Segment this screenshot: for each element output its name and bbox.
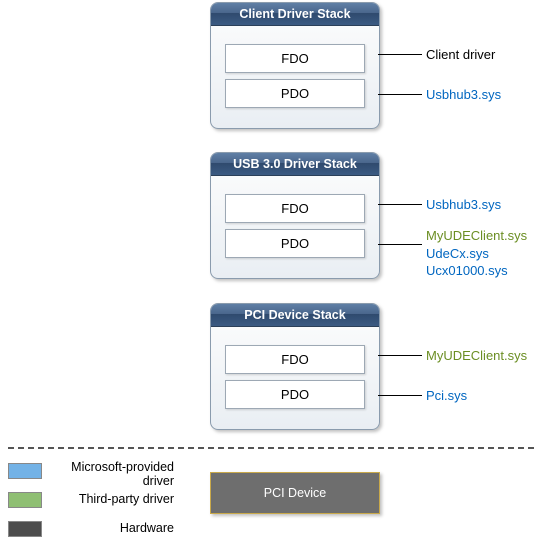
pdo-box: PDO <box>225 79 365 108</box>
stack-body: FDO PDO <box>211 327 379 429</box>
legend-swatch-hw <box>8 521 42 537</box>
legend-text-hw: Hardware <box>44 521 174 535</box>
connector <box>378 355 422 356</box>
pci-device-stack: PCI Device Stack FDO PDO <box>210 303 380 430</box>
connector <box>378 54 422 55</box>
stack-title: PCI Device Stack <box>211 304 379 327</box>
stack-body: FDO PDO <box>211 26 379 128</box>
link-pci-sys[interactable]: Pci.sys <box>426 387 467 405</box>
divider <box>8 447 534 449</box>
connector <box>378 204 422 205</box>
connector <box>378 395 422 396</box>
fdo-box: FDO <box>225 194 365 223</box>
fdo-box: FDO <box>225 44 365 73</box>
usb3-driver-stack: USB 3.0 Driver Stack FDO PDO <box>210 152 380 279</box>
legend-text-tp: Third-party driver <box>44 492 174 506</box>
link-usbhub3[interactable]: Usbhub3.sys <box>426 86 501 104</box>
stack-body: FDO PDO <box>211 176 379 278</box>
pci-device-label: PCI Device <box>264 486 327 500</box>
label-myudeclient: MyUDEClient.sys <box>426 347 527 365</box>
label-myudeclient: MyUDEClient.sys <box>426 228 527 243</box>
pdo-box: PDO <box>225 229 365 258</box>
pci-device-box: PCI Device <box>210 472 380 514</box>
link-ucx01000[interactable]: Ucx01000.sys <box>426 263 508 278</box>
stack-title: Client Driver Stack <box>211 3 379 26</box>
connector <box>378 94 422 95</box>
stack-title: USB 3.0 Driver Stack <box>211 153 379 176</box>
legend-swatch-ms <box>8 463 42 479</box>
link-udecx[interactable]: UdeCx.sys <box>426 246 489 261</box>
label-group-pdo: MyUDEClient.sys UdeCx.sys Ucx01000.sys <box>426 227 527 280</box>
pdo-box: PDO <box>225 380 365 409</box>
legend-swatch-tp <box>8 492 42 508</box>
label-client-driver: Client driver <box>426 46 495 64</box>
legend-text-ms: Microsoft-provided driver <box>44 460 174 488</box>
link-usbhub3[interactable]: Usbhub3.sys <box>426 196 501 214</box>
connector <box>378 244 422 245</box>
fdo-box: FDO <box>225 345 365 374</box>
client-driver-stack: Client Driver Stack FDO PDO <box>210 2 380 129</box>
